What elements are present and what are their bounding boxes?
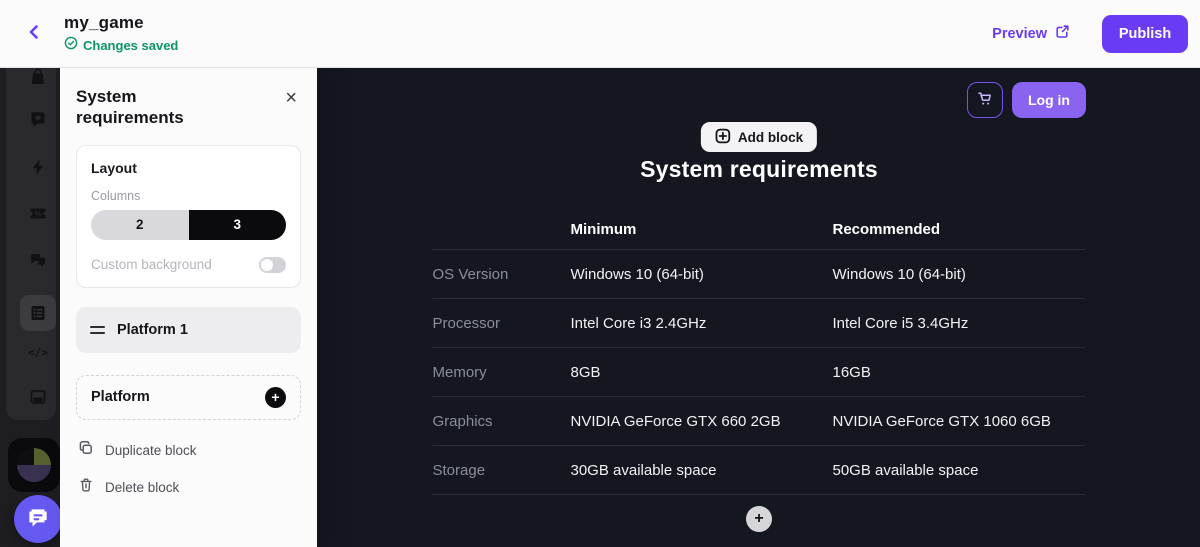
project-title-block: my_game Changes saved [64,13,178,55]
table-row: Memory 8GB 16GB [433,348,1086,397]
toggle-knob [261,259,273,271]
row-min-value: 8GB [571,364,833,381]
block-toolbar: % </> [0,68,60,547]
platform-item[interactable]: Platform 1 [76,307,301,353]
custom-background-toggle[interactable] [259,257,286,273]
row-min-value: Intel Core i3 2.4GHz [571,315,833,332]
add-block-button[interactable]: Add block [701,122,817,152]
code-glyph: </> [28,346,48,359]
window-card-icon[interactable] [20,379,56,415]
add-block-below-button[interactable]: + [746,506,772,532]
columns-label: Columns [91,189,286,203]
add-block-label: Add block [738,130,803,145]
row-rec-value: NVIDIA GeForce GTX 1060 6GB [833,413,1086,430]
table-row: OS Version Windows 10 (64-bit) Windows 1… [433,250,1086,299]
row-label: Memory [433,364,571,381]
custom-background-row: Custom background [91,257,286,273]
app-window: my_game Changes saved Preview [0,0,1200,547]
custom-background-label: Custom background [91,257,212,272]
block-settings-panel: System requirements × Layout Columns 2 3… [60,68,318,547]
platform-item-label: Platform 1 [117,322,188,338]
add-platform-label: Platform [91,389,150,405]
topbar-actions: Preview Publish [992,15,1188,53]
section-heading: System requirements [640,156,878,183]
save-status: Changes saved [64,36,178,55]
table-row: Storage 30GB available space 50GB availa… [433,446,1086,495]
col-header-recommended: Recommended [833,221,1086,238]
layout-heading: Layout [91,160,286,176]
col-header-minimum: Minimum [571,221,833,238]
chevron-left-icon [25,23,43,44]
row-rec-value: 16GB [833,364,1086,381]
row-rec-value: 50GB available space [833,462,1086,479]
percent-glyph: % [34,210,41,219]
row-rec-value: Intel Core i5 3.4GHz [833,315,1086,332]
drag-handle-icon[interactable] [90,326,105,334]
duplicate-block-button[interactable]: Duplicate block [76,440,301,461]
project-title: my_game [64,13,178,33]
row-label: Graphics [433,413,571,430]
duplicate-icon [78,440,94,461]
columns-segmented-control: 2 3 [91,210,286,240]
code-icon[interactable]: </> [20,334,56,370]
chat-bubbles-icon[interactable] [20,242,56,278]
chat-widget-button[interactable] [14,495,62,543]
plus-square-icon [715,128,731,147]
table-list-icon[interactable] [20,295,56,331]
table-row: Processor Intel Core i3 2.4GHz Intel Cor… [433,299,1086,348]
external-link-icon [1055,24,1070,43]
requirements-table: Minimum Recommended OS Version Windows 1… [433,210,1086,495]
editor-topbar: my_game Changes saved Preview [0,0,1200,68]
row-min-value: NVIDIA GeForce GTX 660 2GB [571,413,833,430]
row-label: Storage [433,462,571,479]
close-icon: × [285,87,297,109]
columns-option-2[interactable]: 2 [91,210,189,240]
columns-option-3[interactable]: 3 [189,210,287,240]
game-logo-card [8,438,60,492]
back-button[interactable] [18,18,50,50]
cart-icon [976,90,994,111]
site-content: Log in Add block System requirements [318,68,1200,547]
table-header-row: Minimum Recommended [433,210,1086,250]
delete-block-label: Delete block [105,480,179,495]
trash-icon [78,477,94,498]
row-label: Processor [433,315,571,332]
lightning-icon[interactable] [20,149,56,185]
login-button[interactable]: Log in [1012,82,1086,118]
row-min-value: Windows 10 (64-bit) [571,266,833,283]
layout-settings-card: Layout Columns 2 3 Custom background [76,145,301,288]
duplicate-block-label: Duplicate block [105,443,197,458]
ticket-percent-icon[interactable]: % [20,195,56,231]
preview-label: Preview [992,26,1047,42]
panel-title: System requirements [76,86,226,129]
save-status-text: Changes saved [83,38,178,53]
delete-block-button[interactable]: Delete block [76,477,301,498]
row-min-value: 30GB available space [571,462,833,479]
chat-heart-icon[interactable] [20,102,56,138]
site-nav-actions: Log in [967,82,1086,118]
publish-button[interactable]: Publish [1102,15,1188,53]
editor-workspace: % </> [0,68,1200,547]
chat-bubble-icon [25,505,51,534]
panel-header: System requirements × [76,86,301,129]
table-row: Graphics NVIDIA GeForce GTX 660 2GB NVID… [433,397,1086,446]
shopping-bag-icon[interactable] [20,68,56,95]
plus-circle-icon: + [265,387,286,408]
game-avatar [17,448,51,482]
add-platform-button[interactable]: Platform + [76,375,301,420]
close-panel-button[interactable]: × [281,86,301,110]
row-rec-value: Windows 10 (64-bit) [833,266,1086,283]
check-circle-icon [64,36,78,55]
preview-button[interactable]: Preview [992,24,1070,43]
cart-button[interactable] [967,82,1003,118]
row-label: OS Version [433,266,571,283]
